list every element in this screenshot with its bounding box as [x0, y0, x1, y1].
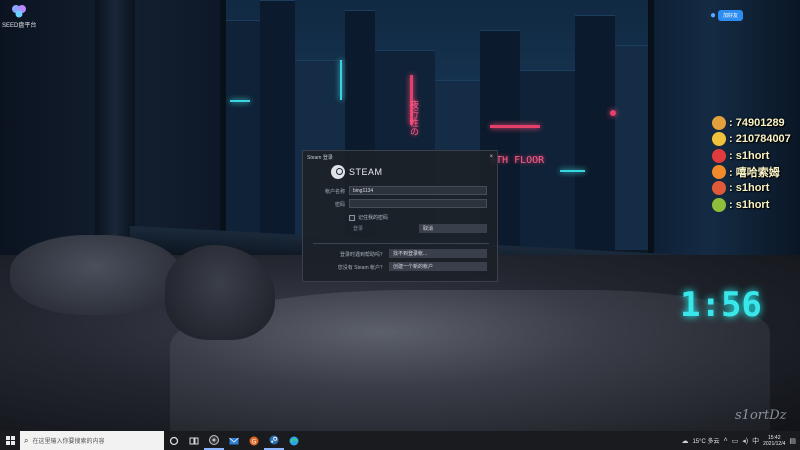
edge-icon[interactable]	[284, 431, 304, 450]
chat-message: : 74901289	[712, 115, 800, 131]
steam-logo-text: STEAM	[349, 167, 383, 177]
desktop-shortcut[interactable]: SEED盘平台	[2, 4, 36, 29]
windows-logo-icon	[5, 436, 15, 445]
account-name-label: 帐户名称	[324, 189, 345, 195]
ime-icon[interactable]: 中	[752, 436, 759, 446]
create-account-prompt: 您没有 Steam 帐户？	[337, 265, 385, 271]
user-avatar-icon	[712, 197, 726, 212]
chat-message-text: : s1hort	[729, 198, 770, 211]
user-avatar-icon	[712, 148, 726, 163]
create-account-button[interactable]: 创建一个新的帐户	[389, 262, 487, 271]
chat-message: : s1hort	[712, 148, 800, 164]
cancel-button[interactable]: 取消	[419, 224, 487, 233]
search-placeholder: 在这里输入你要搜索的内容	[32, 439, 105, 445]
chat-message-text: : s1hort	[729, 182, 770, 195]
obs-icon[interactable]	[204, 431, 224, 450]
task-view-icon[interactable]	[184, 431, 204, 450]
dialog-title: Steam 登录	[307, 154, 333, 161]
chat-message: : 210784007	[712, 131, 800, 147]
help-prompt: 登录时遇到帮助吗？	[339, 252, 385, 258]
app-logo-icon	[11, 4, 27, 18]
add-friend-label: 加好友	[718, 10, 744, 21]
network-icon[interactable]: ▭	[732, 437, 739, 445]
cloud-icon: ☁	[681, 437, 689, 445]
checkbox-icon	[349, 214, 355, 221]
password-label: 密码	[334, 202, 345, 208]
bird-icon: ●	[710, 10, 717, 21]
chat-message: : 嘻哈索姆	[712, 164, 800, 180]
remember-password-checkbox[interactable]: 记住我的密码	[349, 214, 388, 221]
chat-message-text: : 210784007	[729, 133, 791, 146]
user-avatar-icon	[712, 165, 726, 180]
system-tray: ☁ 15°C 多云 ˄ ▭ ◂) 中 15:42 2021/12/4 ▤	[681, 431, 800, 450]
game-icon[interactable]: G	[244, 431, 264, 450]
clock-date: 2021/12/4	[763, 440, 786, 447]
neon-clock: 1:56	[680, 285, 762, 325]
notification-icon[interactable]: ▤	[789, 437, 796, 445]
user-avatar-icon	[712, 132, 726, 147]
volume-icon[interactable]: ◂)	[742, 437, 748, 445]
neon-sign-vertical: 夜行性の	[408, 100, 418, 136]
login-button[interactable]: 登录	[349, 224, 411, 233]
search-icon: ⌕	[24, 435, 29, 445]
curtain	[95, 0, 135, 260]
user-avatar-icon	[712, 116, 726, 131]
chat-message-text: : 74901289	[729, 117, 785, 130]
chat-message-text: : 嘻哈索姆	[729, 167, 780, 180]
steam-logo-icon	[331, 165, 345, 179]
help-button[interactable]: 找不到登录帐...	[389, 249, 487, 258]
dialog-titlebar[interactable]: Steam 登录 ×	[303, 151, 497, 163]
chat-overlay: : 74901289 : 210784007 : s1hort : 嘻哈索姆 :…	[712, 115, 800, 213]
chat-message: : s1hort	[712, 180, 800, 196]
desktop-shortcut-label: SEED盘平台	[2, 23, 37, 29]
steam-icon[interactable]	[264, 431, 284, 450]
cortana-icon[interactable]	[164, 431, 184, 450]
taskbar: ⌕ 在这里输入你要搜索的内容 G ☁ 15°C 多云 ˄ ▭ ◂) 中 15:4…	[0, 431, 800, 450]
steam-login-dialog: Steam 登录 × STEAM 帐户名称 密码 记住我的密码 登录 取消 登录…	[302, 150, 498, 282]
pillow	[10, 235, 180, 315]
mail-icon[interactable]	[224, 431, 244, 450]
taskbar-clock[interactable]: 15:42 2021/12/4	[763, 435, 785, 447]
neon-sign-floor: 5TH FLOOR	[490, 155, 545, 166]
user-avatar-icon	[712, 181, 726, 196]
password-input[interactable]	[349, 199, 487, 208]
start-button[interactable]	[0, 431, 20, 450]
remember-password-label: 记住我的密码	[358, 215, 389, 221]
dialog-divider	[313, 243, 489, 244]
chat-message: : s1hort	[712, 196, 800, 212]
close-icon[interactable]: ×	[489, 154, 493, 160]
svg-text:G: G	[252, 438, 257, 445]
weather-text[interactable]: 15°C 多云	[692, 436, 719, 445]
steam-logo: STEAM	[331, 165, 383, 179]
chevron-up-icon[interactable]: ˄	[724, 437, 728, 444]
chat-message-text: : s1hort	[729, 149, 770, 162]
add-friend-badge[interactable]: ● 加好友	[710, 10, 744, 21]
account-name-input[interactable]	[349, 186, 487, 195]
taskbar-search[interactable]: ⌕ 在这里输入你要搜索的内容	[20, 431, 164, 450]
artist-signature: s1ortDz	[735, 408, 787, 423]
